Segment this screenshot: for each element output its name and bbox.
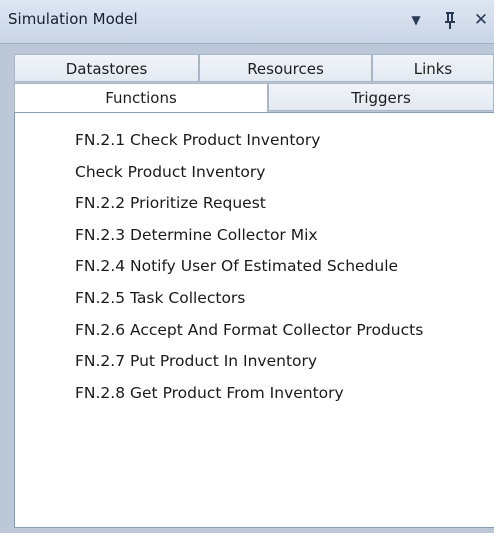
- tab-row-1: Datastores Resources Links: [14, 54, 494, 82]
- panel-titlebar: Simulation Model ▼ ✕: [0, 0, 494, 44]
- list-item[interactable]: Check Product Inventory: [75, 157, 423, 189]
- tab-triggers[interactable]: Triggers: [268, 83, 494, 111]
- tab-resources[interactable]: Resources: [199, 54, 372, 82]
- list-item[interactable]: FN.2.7 Put Product In Inventory: [75, 346, 423, 378]
- tab-row-2: Functions Triggers: [14, 83, 494, 113]
- simulation-model-panel: Simulation Model ▼ ✕ Datastores Resource…: [0, 0, 494, 533]
- list-item[interactable]: FN.2.6 Accept And Format Collector Produ…: [75, 315, 423, 347]
- tab-functions[interactable]: Functions: [14, 83, 268, 113]
- list-item[interactable]: FN.2.3 Determine Collector Mix: [75, 220, 423, 252]
- panel-title: Simulation Model: [8, 10, 138, 28]
- functions-list: FN.2.1 Check Product Inventory Check Pro…: [75, 125, 423, 409]
- close-icon[interactable]: ✕: [470, 8, 492, 32]
- tab-datastores[interactable]: Datastores: [14, 54, 199, 82]
- list-item[interactable]: FN.2.1 Check Product Inventory: [75, 125, 423, 157]
- pin-icon[interactable]: [439, 8, 461, 32]
- tab-links[interactable]: Links: [372, 54, 494, 82]
- list-item[interactable]: FN.2.4 Notify User Of Estimated Schedule: [75, 251, 423, 283]
- list-item[interactable]: FN.2.5 Task Collectors: [75, 283, 423, 315]
- dropdown-arrow-icon[interactable]: ▼: [405, 8, 427, 32]
- functions-list-pane: FN.2.1 Check Product Inventory Check Pro…: [14, 112, 494, 528]
- list-item[interactable]: FN.2.8 Get Product From Inventory: [75, 378, 423, 410]
- list-item[interactable]: FN.2.2 Prioritize Request: [75, 188, 423, 220]
